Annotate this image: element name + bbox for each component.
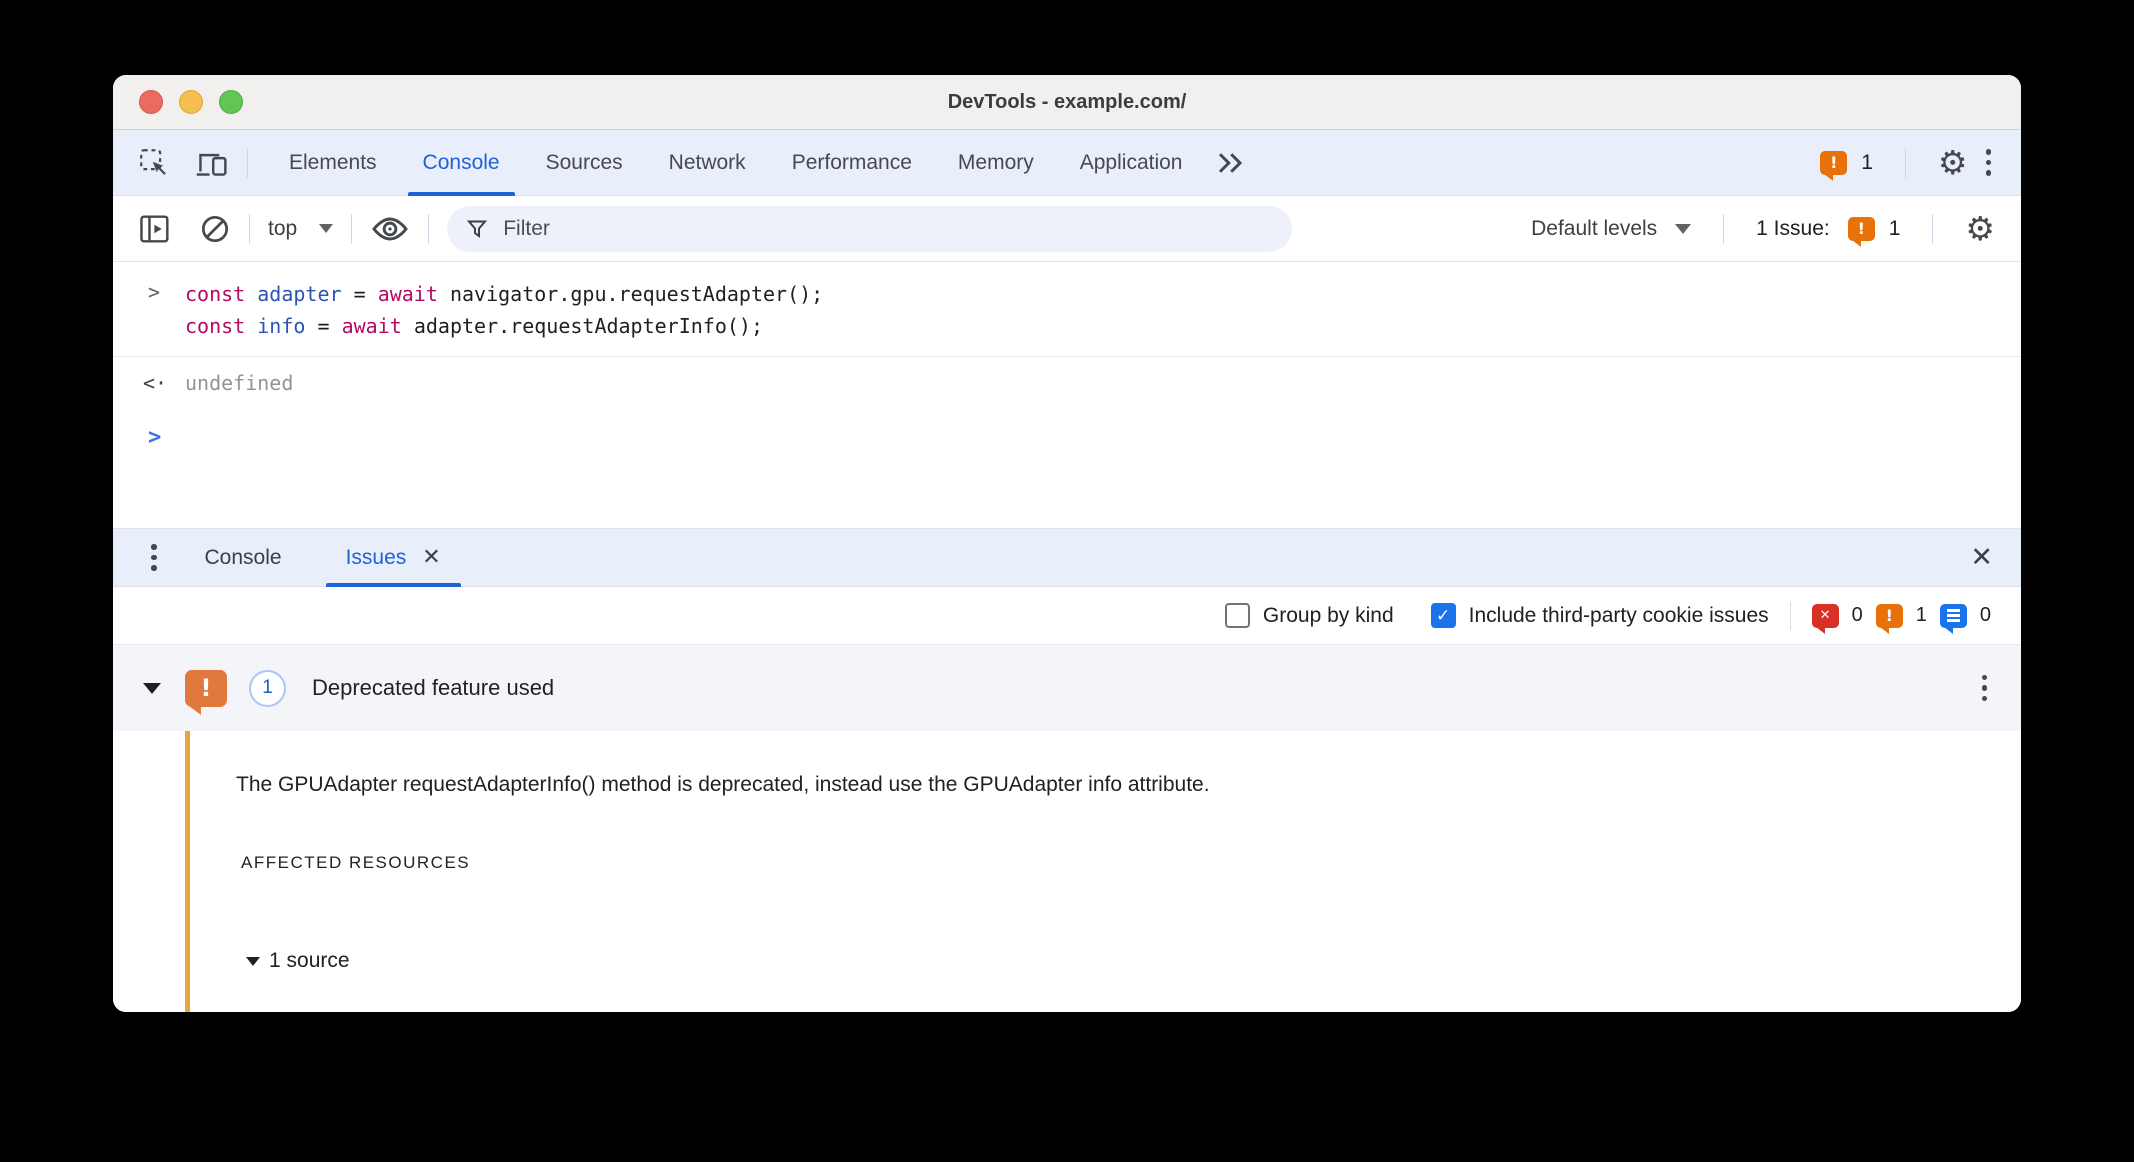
warning-count: 1 — [1915, 604, 1927, 626]
divider — [247, 147, 248, 178]
zoom-window-button[interactable] — [219, 90, 243, 114]
divider — [351, 213, 353, 244]
console-prompt[interactable]: > — [148, 425, 2021, 450]
console-settings-gear-icon[interactable]: ⚙ — [1965, 212, 1995, 245]
divider — [249, 213, 250, 244]
sources-expander[interactable]: 1 source — [246, 949, 350, 973]
tab-network[interactable]: Network — [646, 130, 769, 196]
close-window-button[interactable] — [139, 90, 163, 114]
chevron-down-icon — [319, 224, 334, 233]
result-value: undefined — [185, 371, 294, 395]
code-line-1: const adapter = await navigator.gpu.requ… — [185, 282, 824, 306]
filter-input[interactable] — [503, 216, 1275, 241]
third-party-cookies-checkbox[interactable]: ✓ — [1430, 603, 1456, 628]
more-tabs-icon[interactable] — [1215, 150, 1245, 176]
info-count: 0 — [1979, 604, 1991, 626]
console-toolbar: top Default levels 1 Issue: ! — [113, 196, 2021, 262]
console-result: <· undefined — [113, 357, 2021, 395]
drawer-tab-issues[interactable]: Issues ✕ — [325, 528, 461, 587]
device-toolbar-icon[interactable] — [195, 148, 229, 178]
window-title: DevTools - example.com/ — [947, 90, 1187, 113]
divider — [1789, 601, 1791, 630]
settings-gear-icon[interactable]: ⚙ — [1938, 146, 1968, 179]
drawer-tab-bar: Console Issues ✕ ✕ — [113, 528, 2021, 587]
deprecation-warning-icon: ! — [185, 669, 227, 715]
context-selector[interactable]: top — [268, 217, 334, 241]
issue-counter-label[interactable]: 1 Issue: — [1756, 217, 1830, 241]
drawer-tab-console[interactable]: Console — [185, 528, 302, 587]
group-by-kind-checkbox[interactable] — [1224, 603, 1250, 628]
close-issues-tab-icon[interactable]: ✕ — [422, 546, 440, 569]
funnel-icon — [467, 220, 488, 238]
tab-application[interactable]: Application — [1057, 130, 1206, 196]
log-levels-selector[interactable]: Default levels — [1531, 217, 1692, 241]
filter-box — [447, 205, 1293, 252]
info-filter-badge[interactable] — [1939, 603, 1967, 634]
tab-sources[interactable]: Sources — [523, 130, 646, 196]
return-value-icon: <· — [143, 371, 168, 395]
issue-header-row[interactable]: ! 1 Deprecated feature used — [113, 645, 2021, 731]
main-menu-kebab-icon[interactable] — [1982, 145, 1996, 180]
tab-performance[interactable]: Performance — [769, 130, 935, 196]
traffic-lights — [139, 90, 243, 114]
third-party-cookies-label[interactable]: Include third-party cookie issues — [1469, 604, 1769, 628]
console-sidebar-icon[interactable] — [139, 213, 171, 245]
issue-severity-rule — [185, 731, 190, 1012]
divider — [428, 213, 430, 244]
issue-count-pill: 1 — [249, 669, 286, 707]
drawer-menu-kebab-icon[interactable] — [147, 540, 161, 575]
expand-issue-triangle-icon[interactable] — [143, 682, 161, 694]
minimize-window-button[interactable] — [179, 90, 203, 114]
issues-toolbar: Group by kind ✓ Include third-party cook… — [113, 587, 2021, 645]
issue-menu-kebab-icon[interactable] — [1978, 671, 1992, 706]
title-bar: DevTools - example.com/ — [113, 75, 2021, 130]
issues-badge-count: 1 — [1861, 150, 1873, 174]
main-tab-bar: Elements Console Sources Network Perform… — [113, 130, 2021, 196]
error-filter-badge[interactable]: ✕ — [1811, 603, 1839, 634]
warning-filter-badge[interactable]: ! — [1875, 603, 1903, 634]
tab-console[interactable]: Console — [400, 130, 523, 196]
chevron-down-icon — [1675, 223, 1692, 234]
divider — [1904, 147, 1906, 178]
divider — [1723, 213, 1725, 244]
expand-sources-triangle-icon — [246, 956, 260, 966]
group-by-kind-label[interactable]: Group by kind — [1263, 604, 1394, 628]
issue-body: The GPUAdapter requestAdapterInfo() meth… — [113, 731, 2021, 1012]
clear-console-icon[interactable] — [199, 213, 231, 245]
console-messages: > const adapter = await navigator.gpu.re… — [113, 262, 2021, 528]
close-drawer-icon[interactable]: ✕ — [1970, 544, 1993, 571]
sources-label: 1 source — [269, 949, 350, 972]
issues-warning-badge[interactable]: ! — [1820, 150, 1848, 181]
console-command: > const adapter = await navigator.gpu.re… — [113, 262, 2021, 357]
issue-title: Deprecated feature used — [312, 675, 555, 700]
issue-description: The GPUAdapter requestAdapterInfo() meth… — [236, 773, 1210, 796]
code-line-2: const info = await adapter.requestAdapte… — [185, 314, 764, 338]
live-expression-eye-icon[interactable] — [370, 214, 410, 244]
devtools-window: DevTools - example.com/ Elements Console… — [113, 75, 2021, 1012]
issue-counter-badge[interactable]: ! — [1847, 216, 1875, 247]
divider — [1932, 213, 1934, 244]
inspect-element-icon[interactable] — [139, 148, 169, 178]
issue-counter-count: 1 — [1888, 216, 1901, 240]
tab-elements[interactable]: Elements — [266, 130, 400, 196]
error-count: 0 — [1851, 604, 1863, 626]
affected-resources-heading: AFFECTED RESOURCES — [241, 853, 471, 872]
tab-memory[interactable]: Memory — [935, 130, 1057, 196]
command-chevron-icon: > — [148, 280, 161, 304]
